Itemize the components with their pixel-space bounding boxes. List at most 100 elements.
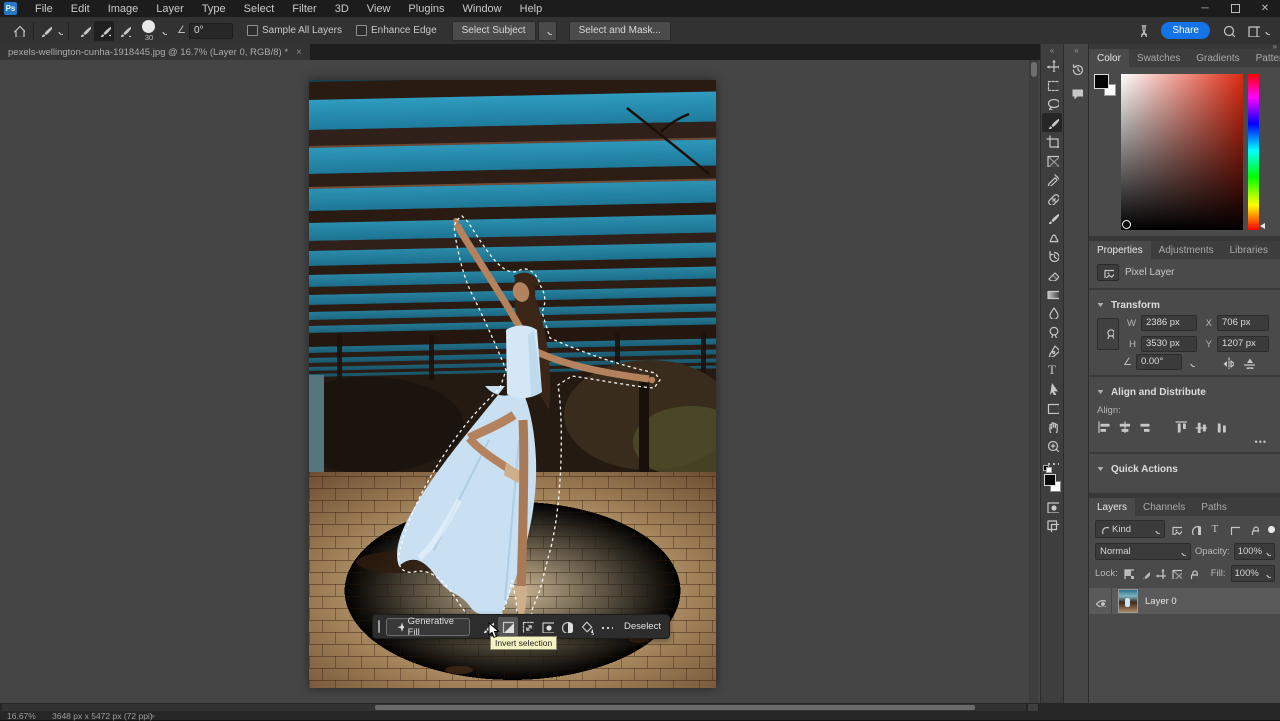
y-field[interactable]: 1207 px [1217, 336, 1269, 352]
layer-thumbnail[interactable] [1118, 589, 1138, 613]
tool-move[interactable] [1042, 56, 1062, 75]
enhance-edge-checkbox[interactable]: Enhance Edge [356, 25, 437, 36]
saturation-brightness-field[interactable] [1121, 74, 1243, 230]
layer-row[interactable]: Layer 0 [1089, 588, 1280, 614]
foreground-background-swatches[interactable] [1042, 471, 1062, 495]
menu-filter[interactable]: Filter [283, 3, 325, 15]
menu-edit[interactable]: Edit [62, 3, 99, 15]
tool-rectangular-marquee[interactable] [1042, 75, 1062, 94]
tool-lasso[interactable] [1042, 94, 1062, 113]
default-colors-icon[interactable] [1043, 465, 1051, 472]
transform-selection-button[interactable] [518, 617, 538, 636]
toolbar-collapse-button[interactable]: « [1041, 44, 1063, 56]
tab-swatches[interactable]: Swatches [1129, 49, 1188, 67]
canvas-area[interactable]: Generative Fill Deselect Invert selectio… [0, 60, 1040, 703]
hue-slider[interactable] [1248, 74, 1259, 230]
lock-position-icon[interactable] [1155, 568, 1166, 579]
hue-slider-marker[interactable] [1260, 223, 1265, 229]
tool-eraser[interactable] [1042, 265, 1062, 284]
tool-blur[interactable] [1042, 303, 1062, 322]
foreground-color-swatch[interactable] [1094, 74, 1109, 89]
tab-layers[interactable]: Layers [1089, 498, 1135, 516]
more-options-button[interactable] [596, 617, 616, 636]
rotation-angle-field[interactable]: 0.00° [1136, 354, 1182, 370]
flip-vertical-icon[interactable] [1242, 356, 1255, 369]
maximize-button[interactable] [1220, 0, 1250, 17]
height-field[interactable]: 3530 px [1141, 336, 1197, 352]
select-subject-dropdown[interactable] [538, 21, 557, 41]
x-field[interactable]: 706 px [1217, 315, 1269, 331]
vertical-scrollbar[interactable] [1029, 60, 1038, 703]
photoshop-logo[interactable]: Ps [4, 2, 17, 15]
menu-3d[interactable]: 3D [326, 3, 358, 15]
chevron-down-icon[interactable] [1186, 358, 1195, 367]
tool-hand[interactable] [1042, 417, 1062, 436]
tool-zoom[interactable] [1042, 436, 1062, 455]
filter-smart-objects-icon[interactable] [1246, 521, 1261, 537]
share-button[interactable]: Share [1161, 22, 1210, 39]
create-adjustment-button[interactable] [557, 617, 577, 636]
menu-layer[interactable]: Layer [147, 3, 193, 15]
menu-select[interactable]: Select [235, 3, 284, 15]
deselect-button[interactable]: Deselect [616, 621, 669, 632]
generative-fill-button[interactable]: Generative Fill [386, 618, 470, 636]
tool-history-brush[interactable] [1042, 246, 1062, 265]
link-dimensions-icon[interactable] [1097, 318, 1119, 350]
tab-gradients[interactable]: Gradients [1188, 49, 1247, 67]
panels-collapse-button[interactable]: « [1064, 44, 1089, 56]
tab-patterns[interactable]: Patterns [1248, 49, 1280, 67]
menu-image[interactable]: Image [99, 3, 148, 15]
tool-crop[interactable] [1042, 132, 1062, 151]
blend-mode-dropdown[interactable]: Normal [1095, 543, 1191, 560]
menu-window[interactable]: Window [454, 3, 511, 15]
status-options-chevron[interactable]: > [150, 711, 155, 721]
tool-selection-brush[interactable] [1042, 113, 1062, 132]
brush-preset-picker[interactable] [39, 24, 63, 37]
create-mask-button[interactable] [537, 617, 557, 636]
tab-libraries[interactable]: Libraries [1222, 241, 1276, 259]
document-image[interactable] [309, 80, 716, 688]
beaker-icon[interactable] [1136, 24, 1149, 37]
horizontal-scrollbar-thumb[interactable] [375, 705, 975, 710]
tool-spot-healing-brush[interactable] [1042, 189, 1062, 208]
tool-pen[interactable] [1042, 341, 1062, 360]
width-field[interactable]: 2386 px [1141, 315, 1197, 331]
minimize-button[interactable]: ─ [1190, 0, 1220, 17]
align-top-icon[interactable] [1174, 420, 1187, 433]
foreground-color-swatch[interactable] [1044, 474, 1056, 486]
fill-dropdown[interactable]: 100% [1231, 565, 1275, 582]
tool-type[interactable]: T [1042, 360, 1062, 379]
tab-adjustments[interactable]: Adjustments [1151, 241, 1222, 259]
search-icon[interactable] [1222, 24, 1235, 37]
tool-frame[interactable] [1042, 151, 1062, 170]
tab-properties[interactable]: Properties [1089, 241, 1151, 259]
quick-actions-section-header[interactable]: ▼ Quick Actions [1089, 459, 1280, 479]
lock-pixels-icon[interactable] [1139, 568, 1150, 579]
layer-filter-kind-dropdown[interactable]: Kind [1095, 520, 1165, 538]
menu-help[interactable]: Help [511, 3, 552, 15]
layer-name[interactable]: Layer 0 [1145, 596, 1177, 607]
align-middle-vertical-icon[interactable] [1194, 420, 1207, 433]
layer-visibility-toggle[interactable] [1089, 588, 1112, 614]
document-tab[interactable]: pexels-wellington-cunha-1918445.jpg @ 16… [0, 44, 310, 60]
lock-artboard-icon[interactable] [1171, 568, 1182, 579]
tool-path-selection[interactable] [1042, 379, 1062, 398]
brush-angle-field[interactable]: 0° [189, 23, 233, 39]
tool-brush[interactable] [1042, 208, 1062, 227]
filter-adjustment-layers-icon[interactable] [1188, 521, 1203, 537]
home-button[interactable] [8, 21, 28, 41]
layer-filtering-toggle[interactable] [1268, 526, 1275, 533]
tool-eyedropper[interactable] [1042, 170, 1062, 189]
align-center-horizontal-icon[interactable] [1117, 420, 1130, 433]
tab-close-icon[interactable]: × [296, 47, 302, 58]
align-right-icon[interactable] [1137, 420, 1150, 433]
filter-type-layers-icon[interactable]: T [1207, 521, 1222, 537]
brush-size-picker[interactable]: 30 [140, 19, 158, 43]
tab-paths[interactable]: Paths [1193, 498, 1235, 516]
taskbar-drag-handle[interactable] [378, 620, 380, 633]
panel-color-swatches[interactable] [1094, 74, 1116, 96]
opacity-dropdown[interactable]: 100% [1234, 543, 1275, 560]
tool-dodge[interactable] [1042, 322, 1062, 341]
new-selection-mode-button[interactable] [74, 21, 94, 41]
tab-channels[interactable]: Channels [1135, 498, 1193, 516]
